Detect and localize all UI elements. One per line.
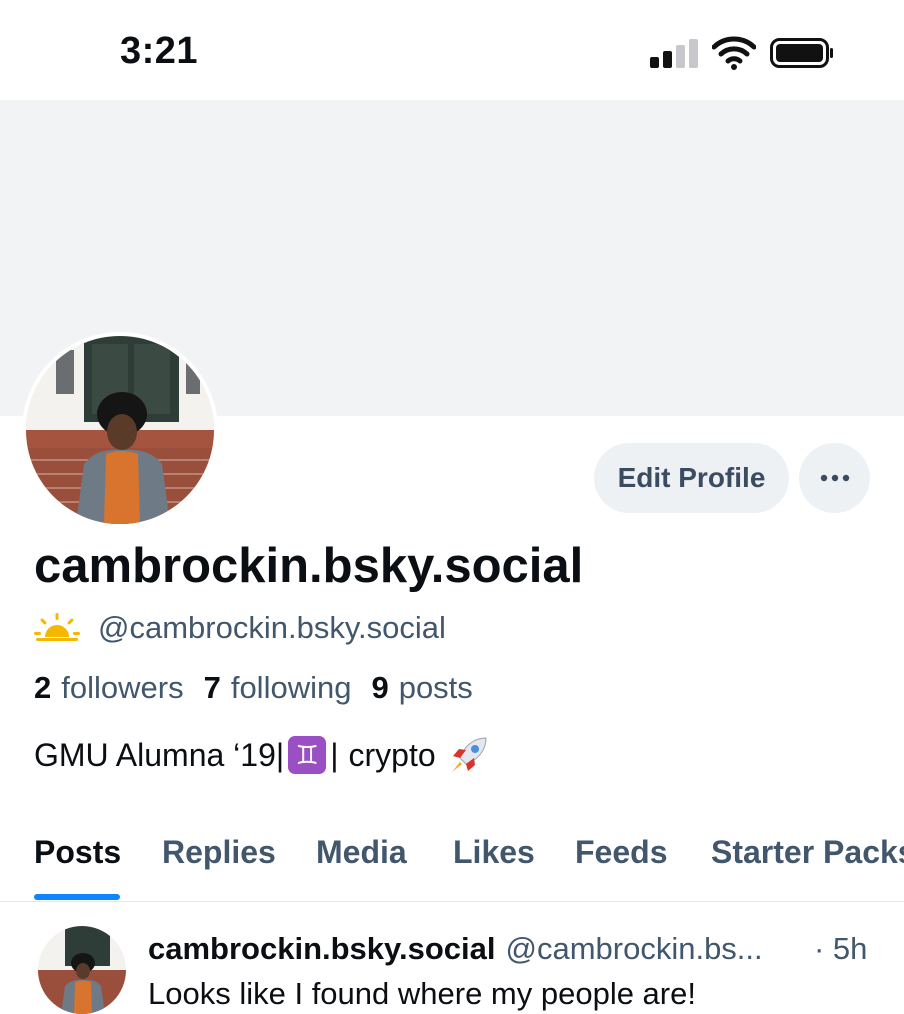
tab-starter-packs[interactable]: Starter Packs	[711, 834, 904, 871]
tab-media[interactable]: Media	[316, 834, 407, 871]
more-icon	[820, 474, 849, 482]
following-link[interactable]: following	[231, 670, 352, 706]
status-bar: 3:21	[0, 0, 904, 100]
bio-text-school: GMU Alumna ‘19	[34, 736, 276, 773]
edit-profile-button[interactable]: Edit Profile	[594, 443, 789, 513]
following-count[interactable]: 7	[204, 670, 221, 706]
bio-separator: |	[275, 736, 285, 773]
gemini-icon: ♊	[288, 736, 327, 774]
battery-icon	[770, 38, 833, 68]
tab-feeds[interactable]: Feeds	[575, 834, 667, 871]
profile-bio: GMU Alumna ‘19 | ♊ | crypto	[34, 734, 490, 776]
tab-likes[interactable]: Likes	[453, 834, 535, 871]
profile-display-name: cambrockin.bsky.social	[34, 539, 584, 593]
tab-posts[interactable]: Posts	[34, 834, 121, 871]
bio-separator: |	[330, 736, 339, 773]
followers-count[interactable]: 2	[34, 670, 51, 706]
posts-label: posts	[398, 670, 473, 705]
more-options-button[interactable]	[799, 443, 870, 513]
tab-replies[interactable]: Replies	[162, 834, 276, 871]
followers-link[interactable]: followers	[61, 670, 183, 706]
profile-tabs: Posts Replies Media Likes Feeds Starter …	[0, 820, 904, 902]
status-time: 3:21	[120, 30, 199, 72]
bio-text-crypto: crypto	[348, 736, 436, 773]
posts-count: 9	[371, 670, 389, 705]
post-author-avatar[interactable]	[38, 926, 126, 1014]
wifi-icon	[712, 36, 756, 70]
profile-handle-row: @cambrockin.bsky.social	[34, 608, 446, 648]
profile-stats: 2 followers 7 following 9 posts	[34, 670, 493, 706]
profile-handle: @cambrockin.bsky.social	[98, 610, 446, 645]
rocket-icon	[451, 737, 487, 772]
profile-avatar[interactable]	[22, 332, 218, 528]
post-author-name[interactable]: cambrockin.bsky.social	[148, 931, 495, 967]
active-tab-indicator	[34, 894, 120, 900]
post-timestamp[interactable]: · 5h	[814, 931, 867, 967]
signal-icon	[650, 38, 700, 68]
post-text[interactable]: Looks like I found where my people are!	[148, 976, 696, 1012]
post-author-handle[interactable]: @cambrockin.bs...	[505, 931, 762, 967]
sunrise-icon	[34, 613, 80, 641]
post-header: cambrockin.bsky.social @cambrockin.bs...	[148, 931, 763, 967]
